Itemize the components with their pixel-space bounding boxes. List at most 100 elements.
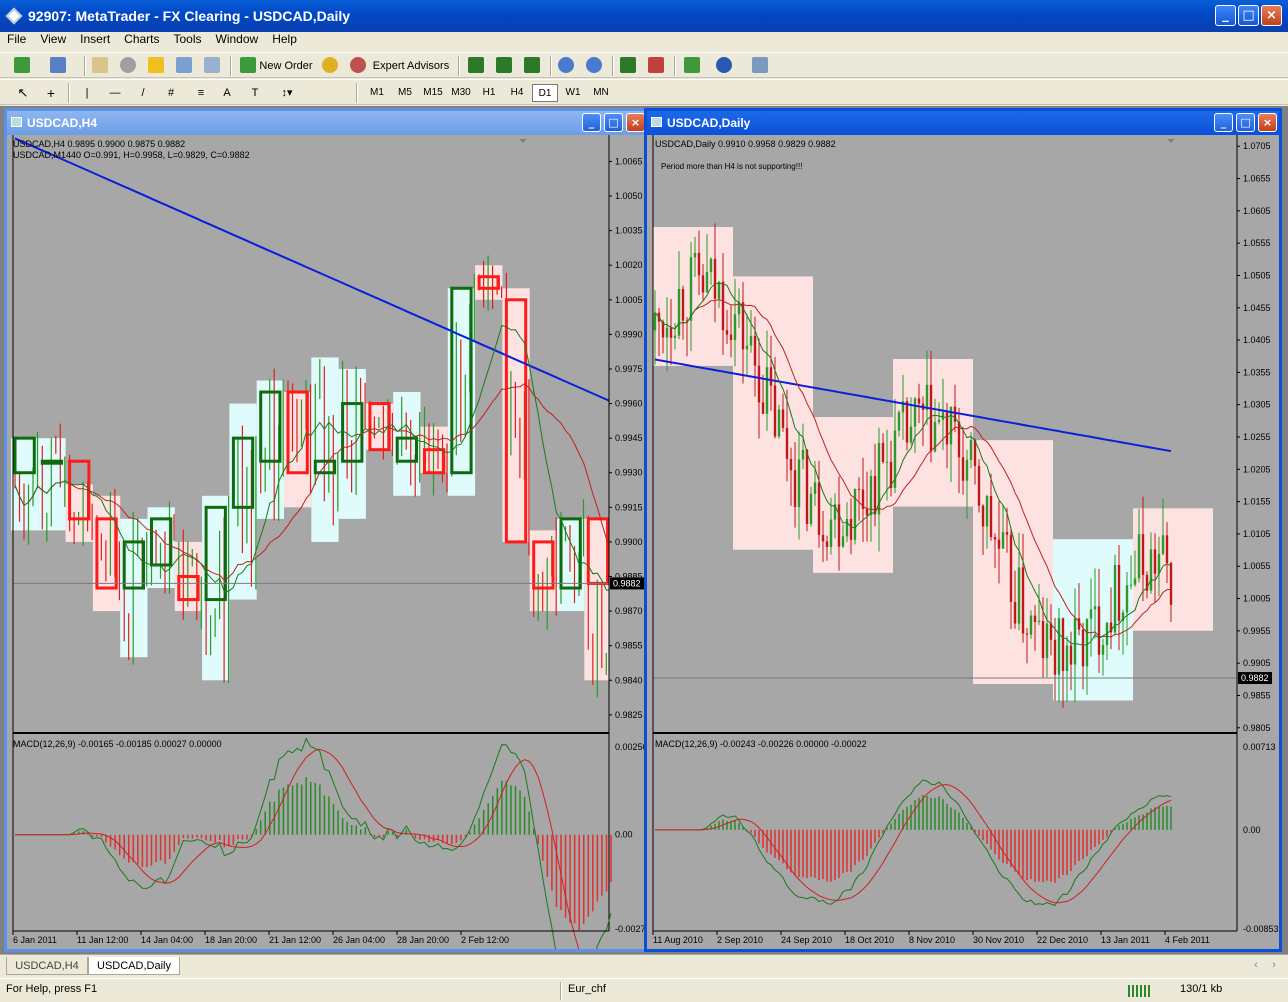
expert-advisors-icon[interactable]	[350, 57, 366, 73]
daily-candle-body	[801, 449, 805, 460]
menu-insert[interactable]: Insert	[73, 32, 117, 46]
timeframe-mn[interactable]: MN	[588, 84, 614, 102]
timeframe-m30[interactable]: M30	[448, 84, 474, 102]
arrows-icon[interactable]: ↕▾	[276, 83, 298, 103]
daily-chart-canvas[interactable]: USDCAD,Daily 0.9910 0.9958 0.9829 0.9882…	[647, 135, 1279, 949]
date-tick-label: 30 Nov 2010	[973, 935, 1024, 945]
price-tick-label: 1.0050	[615, 191, 643, 201]
indicators-icon[interactable]	[684, 57, 700, 73]
price-tick-label: 1.0455	[1243, 303, 1271, 313]
h4-close-button[interactable]: ×	[626, 113, 645, 132]
chart-window-h4-titlebar[interactable]: USDCAD,H4 _ □ ×	[7, 111, 645, 135]
daily-minimize-button[interactable]: _	[1214, 113, 1233, 132]
expert-advisors-button[interactable]: Expert Advisors	[370, 56, 452, 76]
crosshair-icon[interactable]: +	[42, 83, 60, 103]
daily-candle-body	[753, 335, 757, 366]
h4-chart-canvas[interactable]: USDCAD,H4 0.9895 0.9900 0.9875 0.9882 US…	[7, 135, 645, 949]
tab-scroll-left-icon[interactable]: ‹	[1250, 955, 1262, 975]
daily-candle-body	[1137, 534, 1141, 579]
daily-candle-body	[905, 401, 909, 443]
chart-window-h4[interactable]: USDCAD,H4 _ □ × USDCAD,H4 0.9895 0.9900 …	[4, 108, 648, 952]
new-order-icon[interactable]	[240, 57, 256, 73]
terminal-icon[interactable]	[176, 57, 192, 73]
connection-status-icon	[1128, 985, 1152, 997]
h4-maximize-button[interactable]: □	[604, 113, 623, 132]
price-tick-label: 0.9930	[615, 468, 643, 478]
date-tick-label: 24 Sep 2010	[781, 935, 832, 945]
price-tick-label: 1.0605	[1243, 206, 1271, 216]
tab-usdcad-daily[interactable]: USDCAD,Daily	[88, 957, 180, 975]
daily-candle-body	[1037, 621, 1041, 623]
strategy-tester-icon[interactable]	[204, 57, 220, 73]
daily-candle-body	[1089, 609, 1093, 619]
menu-charts[interactable]: Charts	[117, 32, 166, 46]
candlestick-icon[interactable]	[496, 57, 512, 73]
chart-window-daily-titlebar[interactable]: USDCAD,Daily _ □ ×	[647, 111, 1279, 135]
trendline-icon[interactable]: /	[134, 83, 152, 103]
price-tick-label: 1.0255	[1243, 432, 1271, 442]
timeframe-w1[interactable]: W1	[560, 84, 586, 102]
periods-icon[interactable]	[716, 57, 732, 73]
new-chart-icon[interactable]	[14, 57, 30, 73]
menu-tools[interactable]: Tools	[167, 32, 209, 46]
daily-candle-body	[813, 482, 817, 494]
cursor-icon[interactable]: ↖	[14, 83, 32, 103]
daily-candle-body	[1073, 618, 1077, 665]
text-icon[interactable]: A	[220, 83, 234, 103]
menu-window[interactable]: Window	[209, 32, 266, 46]
price-tick-label: 1.0705	[1243, 141, 1271, 151]
timeframe-m5[interactable]: M5	[392, 84, 418, 102]
daily-candle-body	[1041, 621, 1045, 659]
vertical-line-icon[interactable]: |	[80, 83, 94, 103]
equidistant-channel-icon[interactable]: #	[162, 83, 180, 103]
daily-candle-body	[1005, 532, 1009, 535]
minimize-button[interactable]: _	[1215, 5, 1236, 26]
h4-minimize-button[interactable]: _	[582, 113, 601, 132]
timeframe-m15[interactable]: M15	[420, 84, 446, 102]
timeframe-h1[interactable]: H1	[476, 84, 502, 102]
daily-candle-body	[917, 398, 921, 404]
daily-candle-body	[669, 327, 673, 338]
market-watch-icon[interactable]	[92, 57, 108, 73]
line-chart-icon[interactable]	[524, 57, 540, 73]
navigator-icon[interactable]	[148, 57, 164, 73]
price-tick-label: 0.9990	[615, 329, 643, 339]
timeframe-m1[interactable]: M1	[364, 84, 390, 102]
auto-scroll-icon[interactable]	[620, 57, 636, 73]
daily-candle-body	[1009, 534, 1013, 602]
fibonacci-icon[interactable]: ≡	[192, 83, 210, 103]
close-button[interactable]: ×	[1261, 5, 1282, 26]
tab-scroll-right-icon[interactable]: ›	[1268, 955, 1280, 975]
zoom-in-icon[interactable]	[558, 57, 574, 73]
tab-usdcad-h4[interactable]: USDCAD,H4	[6, 957, 88, 975]
menu-help[interactable]: Help	[265, 32, 304, 46]
horizontal-line-icon[interactable]: —	[106, 83, 124, 103]
menu-view[interactable]: View	[33, 32, 73, 46]
bar-chart-icon[interactable]	[468, 57, 484, 73]
chart-window-daily[interactable]: USDCAD,Daily _ □ × USDCAD,Daily 0.9910 0…	[644, 108, 1282, 952]
daily-candle-body	[981, 505, 985, 527]
daily-close-button[interactable]: ×	[1258, 113, 1277, 132]
price-tick-label: 1.0305	[1243, 400, 1271, 410]
daily-maximize-button[interactable]: □	[1236, 113, 1255, 132]
timeframe-d1[interactable]: D1	[532, 84, 558, 102]
daily-candle-body	[873, 476, 877, 515]
maximize-button[interactable]: □	[1238, 5, 1259, 26]
chart-shift-icon[interactable]	[648, 57, 664, 73]
daily-candle-body	[725, 330, 729, 335]
templates-icon[interactable]	[752, 57, 768, 73]
data-window-icon[interactable]	[120, 57, 136, 73]
text-label-icon[interactable]: T	[246, 83, 264, 103]
daily-candle-body	[1061, 618, 1065, 672]
daily-candle-body	[693, 252, 697, 258]
daily-candle-body	[761, 402, 765, 414]
menu-file[interactable]: File	[0, 32, 33, 46]
daily-candle-body	[1021, 567, 1025, 634]
profiles-icon[interactable]	[50, 57, 66, 73]
metaeditor-icon[interactable]	[322, 57, 338, 73]
timeframe-h4[interactable]: H4	[504, 84, 530, 102]
new-order-button[interactable]: New Order	[258, 56, 314, 76]
chart-window-h4-title: USDCAD,H4	[27, 116, 98, 130]
zoom-out-icon[interactable]	[586, 57, 602, 73]
date-tick-label: 4 Feb 2011	[1165, 935, 1210, 945]
